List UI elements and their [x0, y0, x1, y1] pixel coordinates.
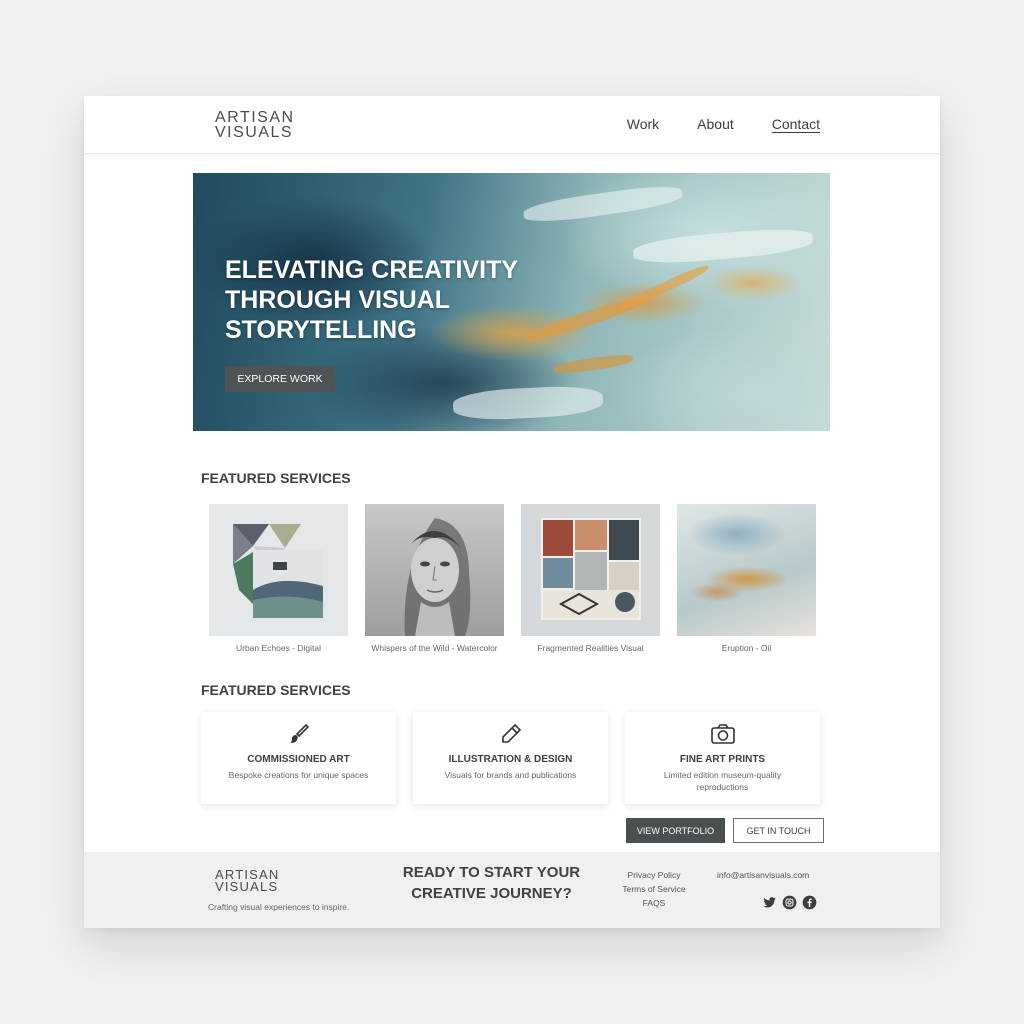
artwork-thumbnail	[365, 504, 504, 636]
paintbrush-icon	[287, 722, 311, 746]
view-portfolio-button[interactable]: VIEW PORTFOLIO	[626, 818, 725, 843]
hero-headline-line-3: STORYTELLING	[225, 316, 417, 344]
footer-tagline: Crafting visual experiences to inspire.	[208, 902, 350, 912]
footer-cta-line-2: CREATIVE JOURNEY?	[411, 885, 572, 902]
footer-logo[interactable]: ARTISAN VISUALS	[215, 868, 280, 894]
gallery-card[interactable]: Eruption - Oil	[677, 504, 816, 653]
artwork-thumbnail	[521, 504, 660, 636]
service-name: FINE ART PRINTS	[679, 754, 766, 765]
brand-line-2: VISUALS	[215, 124, 294, 141]
gallery-grid: Urban Echoes - Digital Whispers of the W…	[209, 504, 816, 653]
paint-stroke	[452, 384, 604, 422]
brand-line-1: ARTISAN	[215, 109, 295, 126]
artwork-thumbnail	[677, 504, 816, 636]
services-list: COMMISSIONED ART Bespoke creations for u…	[201, 712, 820, 804]
hero-headline-line-1: ELEVATING CREATIVITY	[225, 256, 519, 284]
service-card-fine-art-prints[interactable]: FINE ART PRINTS Limited edition museum-q…	[625, 712, 820, 804]
faqs-link[interactable]: FAQS	[643, 898, 666, 908]
footer-cta-line-1: READY TO START YOUR	[402, 864, 581, 881]
service-card-commissioned-art[interactable]: COMMISSIONED ART Bespoke creations for u…	[201, 712, 396, 804]
service-name: COMMISSIONED ART	[247, 754, 350, 765]
service-description: Limited edition museum-quality reproduct…	[663, 770, 782, 792]
social-links	[762, 895, 817, 910]
brand-logo[interactable]: ARTISAN VISUALS	[215, 109, 295, 141]
hero-headline-line-2: THROUGH VISUAL	[225, 286, 450, 314]
site-footer: ARTISAN VISUALS Crafting visual experien…	[84, 852, 940, 928]
nav-about[interactable]: About	[697, 116, 734, 132]
service-card-illustration-design[interactable]: ILLUSTRATION & DESIGN Visuals for brands…	[413, 712, 608, 804]
nav-work[interactable]: Work	[627, 116, 659, 132]
gallery-card[interactable]: Whispers of the Wild - Watercolor	[365, 504, 504, 653]
gallery-card[interactable]: Urban Echoes - Digital	[209, 504, 348, 653]
service-description: Bespoke creations for unique spaces	[228, 770, 369, 780]
instagram-icon[interactable]	[782, 895, 797, 910]
hero-headline: ELEVATING CREATIVITY THROUGH VISUAL STOR…	[225, 255, 555, 345]
artwork-caption: Eruption - Oil	[721, 643, 772, 653]
hero-banner: ELEVATING CREATIVITY THROUGH VISUAL STOR…	[193, 173, 830, 431]
gallery-section-title: FEATURED SERVICES	[201, 470, 351, 486]
footer-links: Privacy Policy Terms of Service FAQS	[614, 870, 694, 908]
paint-stroke	[522, 181, 684, 227]
get-in-touch-button[interactable]: GET IN TOUCH	[733, 818, 824, 843]
footer-email[interactable]: info@artisanvisuals.com	[717, 870, 809, 880]
terms-of-service-link[interactable]: Terms of Service	[622, 884, 685, 894]
geometric-artwork	[233, 524, 323, 618]
explore-work-button[interactable]: EXPLORE WORK	[225, 366, 335, 392]
paint-stroke	[552, 352, 634, 376]
portrait-sketch	[404, 518, 471, 636]
services-section-title: FEATURED SERVICES	[201, 682, 351, 698]
privacy-policy-link[interactable]: Privacy Policy	[628, 870, 681, 880]
service-name: ILLUSTRATION & DESIGN	[448, 754, 573, 765]
camera-icon	[710, 722, 736, 746]
paint-stroke	[615, 262, 711, 314]
footer-brand-line-2: VISUALS	[215, 879, 279, 894]
facebook-icon[interactable]	[802, 895, 817, 910]
service-description: Visuals for brands and publications	[444, 770, 577, 780]
gallery-card[interactable]: Fragmented Realities Visual	[521, 504, 660, 653]
artwork-thumbnail	[209, 504, 348, 636]
twitter-icon[interactable]	[762, 895, 777, 910]
site-header: ARTISAN VISUALS Work About Contact	[84, 96, 940, 154]
pencil-icon	[499, 722, 523, 746]
artwork-caption: Urban Echoes - Digital	[235, 643, 322, 653]
nav-contact[interactable]: Contact	[772, 116, 820, 132]
footer-cta-heading: READY TO START YOUR CREATIVE JOURNEY?	[389, 862, 594, 904]
paint-stroke	[632, 225, 814, 267]
main-nav: Work About Contact	[627, 116, 820, 132]
collage-artwork	[541, 518, 641, 620]
artwork-caption: Fragmented Realities Visual	[537, 643, 644, 653]
page-frame: ARTISAN VISUALS Work About Contact ELEVA…	[84, 96, 940, 928]
artwork-caption: Whispers of the Wild - Watercolor	[371, 643, 498, 653]
